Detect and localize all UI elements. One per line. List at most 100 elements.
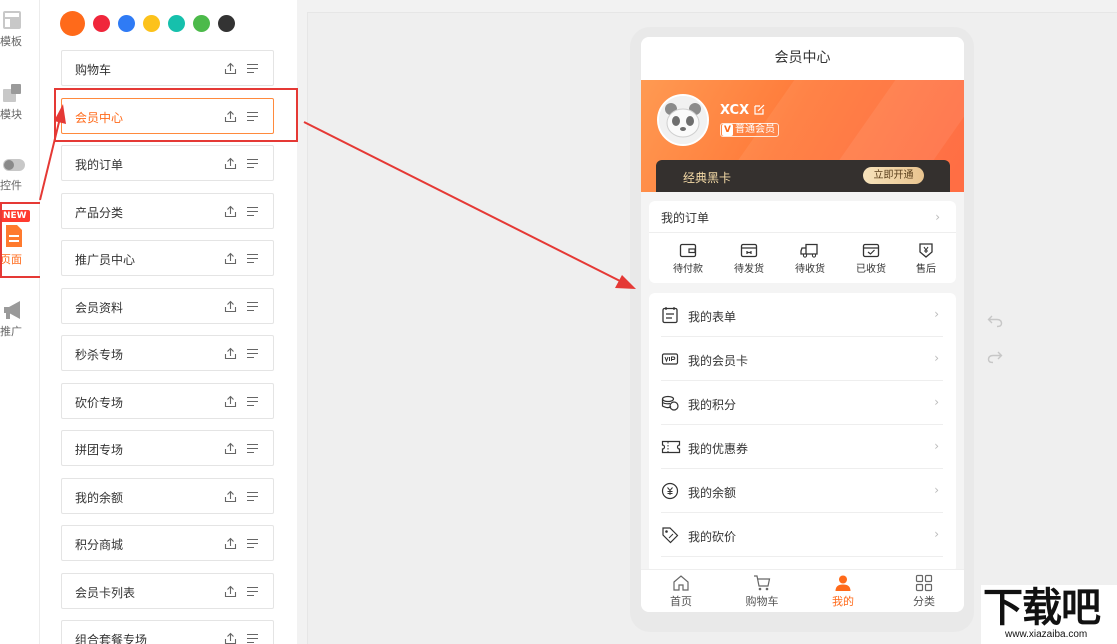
page-item-actions — [215, 157, 259, 173]
balance-icon — [661, 482, 679, 500]
drag-handle-icon[interactable] — [246, 157, 259, 170]
watermark-logo: 下载吧 www.xiazaiba.com — [981, 585, 1117, 644]
after-sale-icon — [919, 243, 933, 258]
rail-label: 控件 — [0, 179, 22, 192]
page-item-actions — [215, 490, 259, 506]
drag-handle-icon[interactable] — [246, 205, 259, 218]
page-item-actions — [215, 62, 259, 78]
page-item-label: 积分商城 — [75, 538, 124, 552]
page-item-label: 组合套餐专场 — [75, 633, 148, 644]
rail-item-module[interactable]: 模块 — [0, 83, 40, 122]
drag-handle-icon[interactable] — [246, 442, 259, 455]
color-swatch-orange[interactable] — [60, 10, 85, 36]
menu-item-my-vip-card[interactable]: 我的会员卡 › — [661, 337, 943, 381]
member-level-badge: V 普通会员 — [720, 123, 779, 137]
tab-mine[interactable]: 我的 — [803, 574, 883, 609]
menu-item-my-forms[interactable]: 我的表单 › — [661, 293, 943, 337]
rail-item-template[interactable]: 模板 — [0, 10, 40, 49]
order-status-received[interactable]: 已收货 — [846, 242, 896, 275]
page-list-item[interactable]: 砍价专场 — [61, 382, 274, 419]
page-list-item[interactable]: 推广员中心 — [61, 240, 274, 276]
export-icon[interactable] — [224, 490, 237, 503]
tab-category[interactable]: 分类 — [884, 574, 964, 609]
wallet-icon — [679, 243, 697, 258]
chevron-right-icon: › — [934, 395, 939, 409]
color-swatch-green[interactable] — [193, 14, 210, 32]
page-item-label: 我的订单 — [75, 158, 124, 172]
color-swatch-yellow[interactable] — [143, 14, 160, 32]
member-header[interactable]: XCX V 普通会员 经典黑卡 立即开通 — [641, 80, 964, 192]
page-list-item[interactable]: 会员卡列表 — [61, 572, 274, 609]
menu-item-my-points[interactable]: 我的积分 › — [661, 381, 943, 425]
color-swatch-red[interactable] — [93, 14, 110, 32]
color-swatch-blue[interactable] — [118, 14, 135, 32]
drag-handle-icon[interactable] — [246, 252, 259, 265]
page-list-item[interactable]: 产品分类 — [61, 192, 274, 229]
page-list-item[interactable]: 组合套餐专场 — [61, 620, 274, 644]
phone-page-title: 会员中心 — [641, 37, 964, 80]
highlight-box-member-center — [54, 88, 298, 142]
divider — [649, 232, 956, 233]
export-icon[interactable] — [224, 157, 237, 170]
drag-handle-icon[interactable] — [246, 62, 259, 75]
page-list-item[interactable]: 拼团专场 — [61, 430, 274, 466]
export-icon[interactable] — [224, 395, 237, 408]
export-icon[interactable] — [224, 347, 237, 360]
menu-item-my-coupons[interactable]: 我的优惠券 › — [661, 425, 943, 469]
menu-item-my-balance[interactable]: 我的余额 › — [661, 469, 943, 513]
page-list-item[interactable]: 积分商城 — [61, 525, 274, 561]
chevron-right-icon[interactable]: › — [935, 210, 940, 224]
page-item-label: 会员资料 — [75, 300, 124, 315]
export-icon[interactable] — [224, 252, 237, 265]
page-list-item[interactable]: 秒杀专场 — [61, 335, 274, 371]
chevron-right-icon: › — [934, 527, 939, 541]
drag-handle-icon[interactable] — [246, 490, 259, 503]
page-list-item[interactable]: 会员资料 — [61, 287, 274, 324]
drag-handle-icon[interactable] — [246, 585, 259, 598]
tab-home[interactable]: 首页 — [641, 574, 721, 609]
page-list-item[interactable]: 购物车 — [61, 50, 274, 86]
order-status-to-receive[interactable]: 待收货 — [785, 242, 835, 275]
rail-item-controls[interactable]: 控件 — [0, 156, 40, 193]
redo-icon[interactable] — [987, 350, 1003, 364]
order-status-after-sale[interactable]: 售后 — [901, 242, 951, 275]
my-orders-card: 我的订单 › 待付款 待发货 待收货 已收货 售后 — [649, 201, 956, 283]
export-icon[interactable] — [224, 537, 237, 550]
export-icon[interactable] — [224, 62, 237, 75]
page-item-label: 拼团专场 — [75, 443, 124, 457]
truck-icon — [800, 243, 818, 258]
rail-label: 推广 — [0, 325, 22, 338]
page-item-actions — [215, 205, 259, 221]
rail-item-promotion[interactable]: 推广 — [0, 300, 40, 339]
export-icon[interactable] — [224, 300, 237, 313]
drag-handle-icon[interactable] — [246, 300, 259, 313]
export-icon[interactable] — [224, 205, 237, 218]
page-item-actions — [215, 585, 259, 601]
orders-title[interactable]: 我的订单 — [661, 209, 709, 226]
undo-icon[interactable] — [987, 314, 1003, 328]
export-icon[interactable] — [224, 585, 237, 598]
check-box-icon — [862, 243, 880, 258]
drag-handle-icon[interactable] — [246, 347, 259, 360]
drag-handle-icon[interactable] — [246, 395, 259, 408]
open-vip-button[interactable]: 立即开通 — [863, 167, 924, 184]
drag-handle-icon[interactable] — [246, 537, 259, 550]
page-list-item[interactable]: 我的余额 — [61, 477, 274, 514]
export-icon[interactable] — [224, 442, 237, 455]
chevron-right-icon: › — [934, 351, 939, 365]
avatar[interactable] — [657, 94, 709, 146]
watermark-title: 下载吧 — [983, 585, 1101, 631]
order-status-pending-payment[interactable]: 待付款 — [663, 242, 713, 275]
color-swatch-black[interactable] — [218, 14, 235, 32]
page-item-actions — [215, 252, 259, 268]
menu-item-my-bargains[interactable]: 我的砍价 › — [661, 513, 943, 557]
page-list-item[interactable]: 我的订单 — [61, 145, 274, 181]
tab-cart[interactable]: 购物车 — [722, 574, 802, 609]
drag-handle-icon[interactable] — [246, 632, 259, 644]
export-icon[interactable] — [224, 632, 237, 644]
edit-icon[interactable] — [754, 104, 765, 115]
order-status-to-ship[interactable]: 待发货 — [724, 242, 774, 275]
coupon-icon — [661, 440, 681, 454]
vip-card-banner[interactable]: 经典黑卡 立即开通 — [656, 160, 950, 192]
color-swatch-teal[interactable] — [168, 14, 185, 32]
